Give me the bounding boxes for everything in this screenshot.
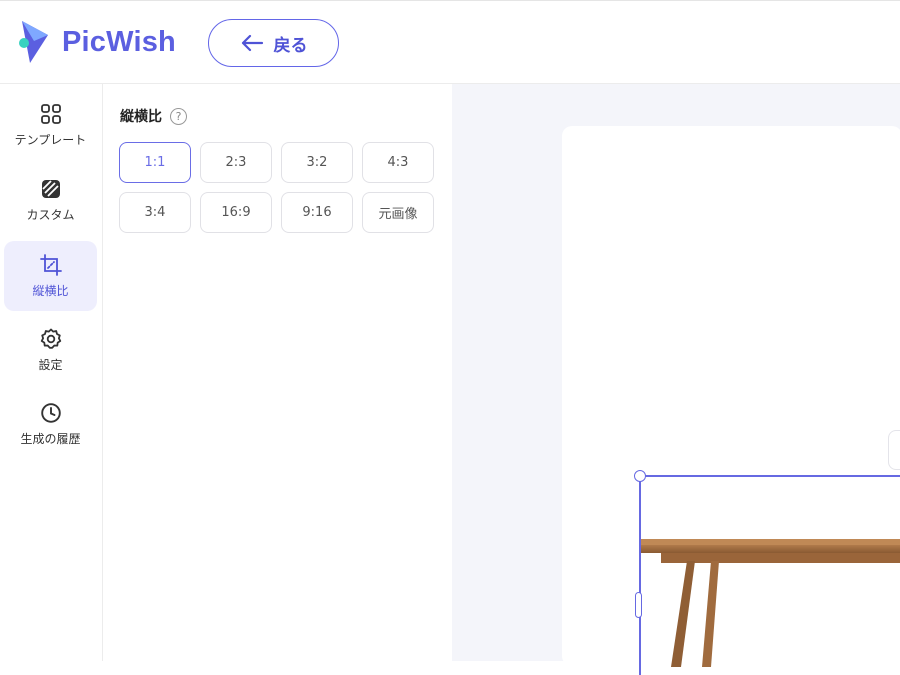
ratio-option-original[interactable]: 元画像 [362,192,434,233]
ratio-option-4-3[interactable]: 4:3 [362,142,434,183]
crop-side-handle[interactable] [635,592,642,618]
ratio-option-1-1[interactable]: 1:1 [119,142,191,183]
clock-icon [40,402,61,423]
sidebar-item-settings[interactable]: 設定 [4,315,97,385]
ratio-option-9-16[interactable]: 9:16 [281,192,353,233]
sidebar-item-label: テンプレート [14,132,87,147]
panel-header: 縦横比 ? [120,106,187,126]
canvas-workspace [452,84,900,675]
question-icon[interactable]: ? [170,107,187,125]
collapse-tab[interactable] [888,430,900,470]
gear-icon [40,328,61,349]
crop-icon [39,253,62,276]
ratio-options: 1:1 2:3 3:2 4:3 3:4 16:9 9:16 元画像 [119,142,434,233]
ratio-option-3-2[interactable]: 3:2 [281,142,353,183]
sidebar-item-label: 設定 [38,357,63,372]
sidebar-item-label: 縦横比 [32,283,69,298]
back-button[interactable]: 戻る [208,19,339,67]
logo-text: PicWish [62,25,176,58]
sidebar-item-history[interactable]: 生成の履歴 [4,389,97,459]
brand-logo[interactable]: PicWish [18,19,176,65]
ratio-option-3-4[interactable]: 3:4 [119,192,191,233]
custom-hatch-icon [41,179,60,198]
crop-corner-handle[interactable] [634,470,646,482]
panel-title: 縦横比 [120,109,162,125]
ratio-option-2-3[interactable]: 2:3 [200,142,272,183]
arrow-left-icon [241,34,263,52]
template-grid-icon [40,103,61,124]
sidebar-item-custom[interactable]: カスタム [4,165,97,235]
sidebar-item-aspect-ratio[interactable]: 縦横比 [4,241,97,311]
picwish-logo-icon [19,21,48,63]
left-sidebar: テンプレート カスタム 縦横比 設定 生成の履歴 [0,84,103,661]
aspect-ratio-panel: 縦横比 ? 1:1 2:3 3:2 4:3 3:4 16:9 9:16 元画像 [103,84,452,661]
top-bar: PicWish 戻る [0,0,900,84]
crop-frame[interactable] [639,475,900,675]
sidebar-item-label: 生成の履歴 [20,431,81,446]
sidebar-item-template[interactable]: テンプレート [4,90,97,160]
back-button-label: 戻る [273,35,308,56]
ratio-option-16-9[interactable]: 16:9 [200,192,272,233]
sidebar-item-label: カスタム [26,207,75,222]
